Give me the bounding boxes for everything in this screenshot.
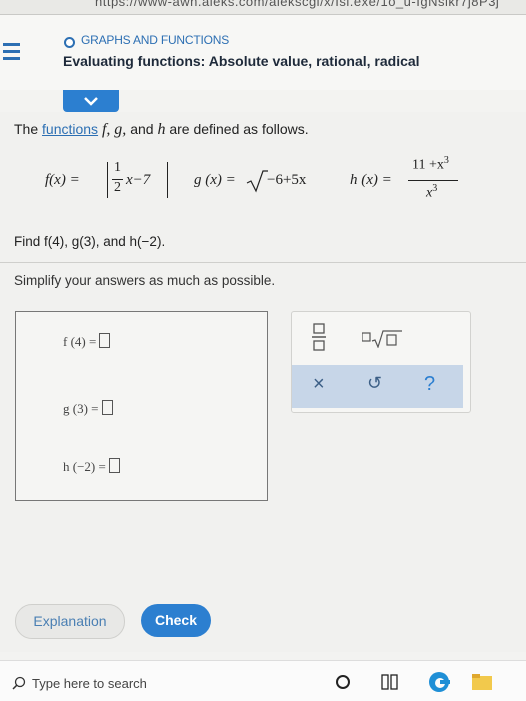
find-instruction: Find f(4), g(3), and h(−2).: [14, 234, 166, 249]
undo-button[interactable]: ↺: [367, 373, 382, 394]
cortana-icon[interactable]: [335, 674, 351, 690]
h-definition: h (x) = 11 +x3 x3: [350, 155, 470, 205]
check-button[interactable]: Check: [141, 604, 211, 637]
help-button[interactable]: ?: [424, 373, 435, 396]
functions-link[interactable]: functions: [42, 121, 98, 137]
collapse-header-button[interactable]: [63, 90, 119, 112]
browser-url-bar[interactable]: https://www-awn.aleks.com/alekscgi/x/Isl…: [0, 0, 526, 15]
explanation-button[interactable]: Explanation: [15, 604, 125, 639]
windows-taskbar: Type here to search: [0, 660, 526, 701]
task-view-icon[interactable]: [381, 674, 399, 690]
edge-browser-icon[interactable]: [428, 671, 450, 693]
nth-root-icon: [361, 330, 402, 349]
topic-status-icon: [64, 37, 75, 48]
fraction-button[interactable]: [312, 323, 326, 351]
simplify-instruction: Simplify your answers as much as possibl…: [14, 273, 276, 288]
taskbar-search-input[interactable]: Type here to search: [32, 676, 147, 691]
answer-row-f: f (4) =: [63, 333, 111, 350]
chevron-down-icon: [84, 97, 98, 106]
answer-input-g[interactable]: [101, 400, 113, 415]
answer-input-f[interactable]: [99, 333, 111, 348]
answer-row-h: h (−2) =: [63, 458, 120, 475]
lesson-title: Evaluating functions: Absolute value, ra…: [63, 53, 420, 69]
help-icon: ?: [424, 373, 436, 395]
section-divider: [0, 262, 526, 263]
topic-label: GRAPHS AND FUNCTIONS: [81, 33, 230, 47]
menu-icon[interactable]: [0, 43, 22, 63]
file-explorer-icon[interactable]: [471, 673, 493, 691]
g-definition: g (x) = −6+5x: [194, 160, 334, 200]
answer-input-h[interactable]: [108, 458, 120, 473]
undo-icon: ↺: [367, 373, 383, 393]
radical-sign: [246, 170, 268, 193]
fraction-icon: [312, 323, 326, 351]
answer-area: f (4) = g (3) = h (−2) =: [15, 311, 268, 501]
nth-root-button[interactable]: [361, 330, 402, 349]
answer-row-g: g (3) =: [63, 400, 113, 417]
url-text: https://www-awn.aleks.com/alekscgi/x/Isl…: [95, 0, 500, 9]
clear-button[interactable]: ×: [313, 373, 325, 396]
problem-intro: The functions f, g, and h are defined as…: [14, 121, 309, 138]
search-icon: [12, 676, 26, 690]
